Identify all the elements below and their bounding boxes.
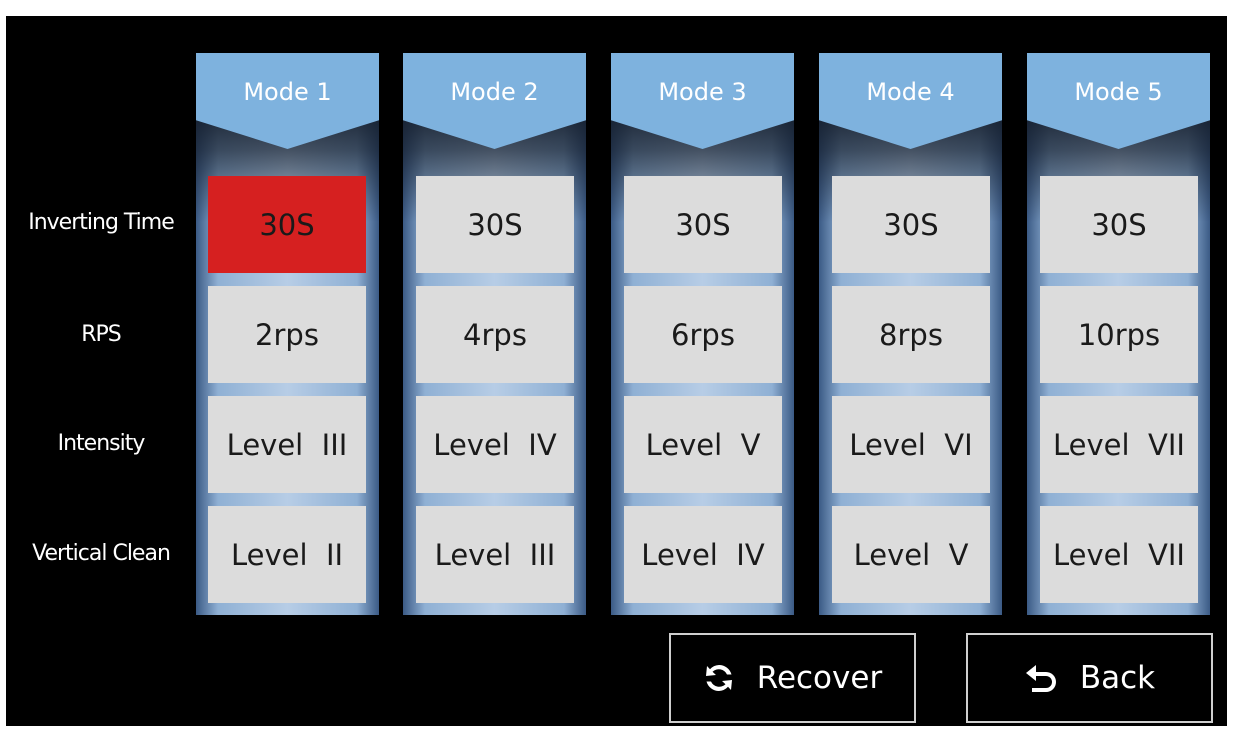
row-label-rps: RPS xyxy=(81,322,122,347)
refresh-icon xyxy=(703,662,735,694)
recover-label: Recover xyxy=(756,660,883,696)
back-button[interactable]: Back xyxy=(966,633,1213,723)
back-label: Back xyxy=(1079,660,1156,696)
mode-2-intensity-cell[interactable]: Level IV xyxy=(416,396,574,493)
mode-2-rps-cell[interactable]: 4rps xyxy=(416,286,574,383)
settings-screen: Inverting Time RPS Intensity Vertical Cl… xyxy=(6,16,1227,726)
mode-1-inverting-time-cell[interactable]: 30S xyxy=(208,176,366,273)
mode-4-intensity-cell[interactable]: Level VI xyxy=(832,396,990,493)
mode-3-vertical-clean-cell[interactable]: Level IV xyxy=(624,506,782,603)
mode-1-vertical-clean-cell[interactable]: Level II xyxy=(208,506,366,603)
mode-5-intensity-cell[interactable]: Level VII xyxy=(1040,396,1198,493)
mode-1-intensity-cell[interactable]: Level III xyxy=(208,396,366,493)
mode-2-vertical-clean-cell[interactable]: Level III xyxy=(416,506,574,603)
row-label-intensity: Intensity xyxy=(57,431,146,456)
mode-3-inverting-time-cell[interactable]: 30S xyxy=(624,176,782,273)
undo-arrow-icon xyxy=(1024,663,1058,693)
row-label-inverting-time: Inverting Time xyxy=(28,210,175,235)
mode-5-vertical-clean-cell[interactable]: Level VII xyxy=(1040,506,1198,603)
mode-2-inverting-time-cell[interactable]: 30S xyxy=(416,176,574,273)
mode-4-inverting-time-cell[interactable]: 30S xyxy=(832,176,990,273)
mode-5-rps-cell[interactable]: 10rps xyxy=(1040,286,1198,383)
mode-3-rps-cell[interactable]: 6rps xyxy=(624,286,782,383)
mode-4-vertical-clean-cell[interactable]: Level V xyxy=(832,506,990,603)
mode-1-rps-cell[interactable]: 2rps xyxy=(208,286,366,383)
row-label-vertical-clean: Vertical Clean xyxy=(32,541,171,566)
mode-5-inverting-time-cell[interactable]: 30S xyxy=(1040,176,1198,273)
mode-3-intensity-cell[interactable]: Level V xyxy=(624,396,782,493)
recover-button[interactable]: Recover xyxy=(669,633,916,723)
mode-4-rps-cell[interactable]: 8rps xyxy=(832,286,990,383)
